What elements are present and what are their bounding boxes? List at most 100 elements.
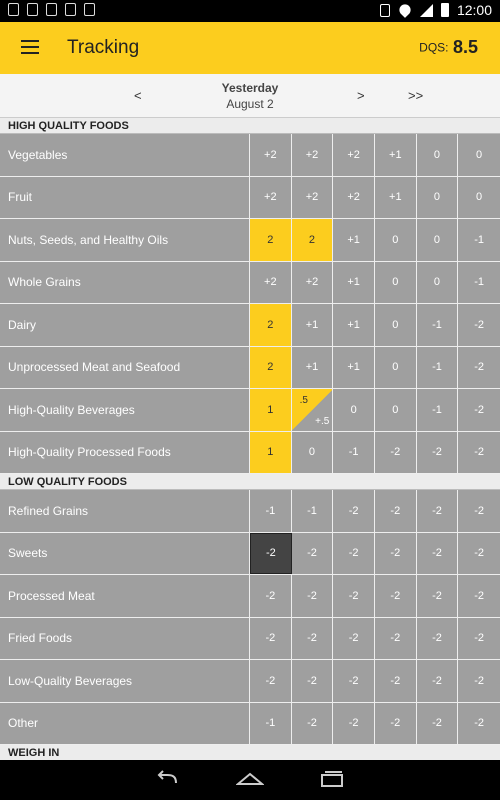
serving-cell[interactable]: -2 [458,660,500,702]
serving-cell[interactable]: 0 [417,261,459,303]
serving-cell[interactable]: 0 [417,134,459,176]
serving-cell[interactable]: 0 [417,219,459,261]
previous-day-button[interactable]: < [134,88,142,103]
download-notification-icon [27,3,38,16]
serving-cell[interactable]: 0 [333,389,375,431]
serving-cell[interactable]: -2 [417,660,459,702]
serving-cell[interactable]: +1 [333,219,375,261]
serving-cell[interactable]: -2 [417,532,459,574]
serving-cell[interactable]: -2 [458,347,500,389]
serving-cell[interactable]: -2 [375,575,417,617]
serving-cell[interactable]: -2 [375,617,417,659]
signal-icon [419,3,433,17]
section-header: HIGH QUALITY FOODS [0,118,500,134]
serving-cell[interactable]: 0 [375,261,417,303]
serving-cell[interactable]: -2 [417,617,459,659]
serving-cell[interactable]: -1 [458,219,500,261]
serving-cell[interactable]: 0 [417,176,459,218]
food-category-label: Dairy [0,304,250,346]
serving-cell[interactable]: .5 +.5 [291,389,334,431]
serving-cell[interactable]: +1 [375,176,417,218]
serving-cell[interactable]: -2 [417,575,459,617]
serving-cell[interactable]: +1 [292,346,334,388]
serving-cell[interactable]: +2 [333,176,375,218]
serving-cell[interactable]: +2 [292,134,334,176]
serving-cell[interactable]: -2 [417,702,459,744]
serving-cell[interactable]: +2 [292,261,334,303]
serving-cell[interactable]: +2 [333,134,375,176]
serving-cell[interactable]: -2 [458,703,500,745]
serving-cell[interactable]: -2 [250,532,292,574]
serving-cell[interactable]: -2 [333,532,375,574]
serving-cell[interactable]: -2 [333,617,375,659]
serving-cell[interactable]: 1 [250,431,292,473]
serving-cell[interactable]: +1 [333,261,375,303]
serving-cell[interactable]: -1 [292,490,334,532]
serving-cell[interactable]: -2 [458,432,500,474]
serving-cell[interactable]: +2 [292,176,334,218]
serving-cell[interactable]: 0 [458,177,500,219]
serving-cell[interactable]: +1 [292,304,334,346]
serving-cell[interactable]: -1 [417,346,459,388]
serving-cell[interactable]: -2 [458,618,500,660]
recent-apps-icon[interactable] [320,770,344,788]
today-button[interactable]: >> [408,88,423,103]
serving-cell[interactable]: +1 [333,346,375,388]
serving-cell[interactable]: 0 [292,431,334,473]
serving-cell[interactable]: -2 [333,575,375,617]
serving-cell[interactable]: -2 [375,702,417,744]
home-icon[interactable] [236,770,264,788]
serving-cell[interactable]: 0 [375,304,417,346]
serving-cell[interactable]: -2 [375,431,417,473]
serving-cell[interactable]: -1 [333,431,375,473]
serving-cell[interactable]: 0 [458,134,500,176]
serving-cell[interactable]: -2 [292,617,334,659]
serving-cell[interactable]: -2 [375,532,417,574]
serving-cell[interactable]: -2 [250,575,292,617]
video-notification-icon [65,3,76,16]
serving-cell[interactable]: -1 [250,490,292,532]
serving-cell[interactable]: -2 [458,490,500,532]
serving-cell[interactable]: -1 [417,389,459,431]
food-category-label: High-Quality Beverages [0,389,250,431]
serving-cell[interactable]: +2 [250,261,292,303]
serving-cell[interactable]: -2 [292,702,334,744]
serving-cell[interactable]: 0 [375,346,417,388]
day-label: Yesterday [221,81,279,95]
serving-cell[interactable]: -2 [375,490,417,532]
serving-cell[interactable]: 0 [375,389,417,431]
serving-cell[interactable]: -2 [292,660,334,702]
app-bar: Tracking DQS: 8.5 [0,22,500,74]
serving-cell[interactable]: -2 [375,660,417,702]
serving-cell[interactable]: 2 [250,346,292,388]
serving-cell[interactable]: -2 [458,533,500,575]
serving-cell[interactable]: -2 [458,575,500,617]
serving-cell[interactable]: 2 [250,219,292,261]
serving-cell[interactable]: +1 [333,304,375,346]
serving-cell[interactable]: +2 [250,176,292,218]
serving-cell[interactable]: -2 [292,532,334,574]
serving-cell[interactable]: -2 [250,660,292,702]
serving-cell[interactable]: 2 [291,219,334,261]
serving-cell[interactable]: -1 [417,304,459,346]
serving-cell[interactable]: -1 [458,262,500,304]
serving-cell[interactable]: -1 [250,702,292,744]
serving-cell[interactable]: -2 [458,304,500,346]
food-category-label: Whole Grains [0,261,250,303]
serving-cell[interactable]: -2 [333,702,375,744]
serving-cell[interactable]: -2 [250,617,292,659]
serving-cell[interactable]: -2 [292,575,334,617]
serving-cell[interactable]: -2 [417,490,459,532]
serving-cell[interactable]: 2 [250,304,292,346]
serving-cell[interactable]: -2 [333,660,375,702]
back-icon[interactable] [154,770,180,788]
serving-cell[interactable]: -2 [333,490,375,532]
serving-cell[interactable]: 0 [375,219,417,261]
next-day-button[interactable]: > [357,88,365,103]
serving-cell[interactable]: +2 [250,134,292,176]
serving-cell[interactable]: -2 [417,431,459,473]
menu-icon[interactable] [21,40,39,54]
serving-cell[interactable]: -2 [458,389,500,431]
serving-cell[interactable]: +1 [375,134,417,176]
serving-cell[interactable]: 1 [250,389,292,431]
